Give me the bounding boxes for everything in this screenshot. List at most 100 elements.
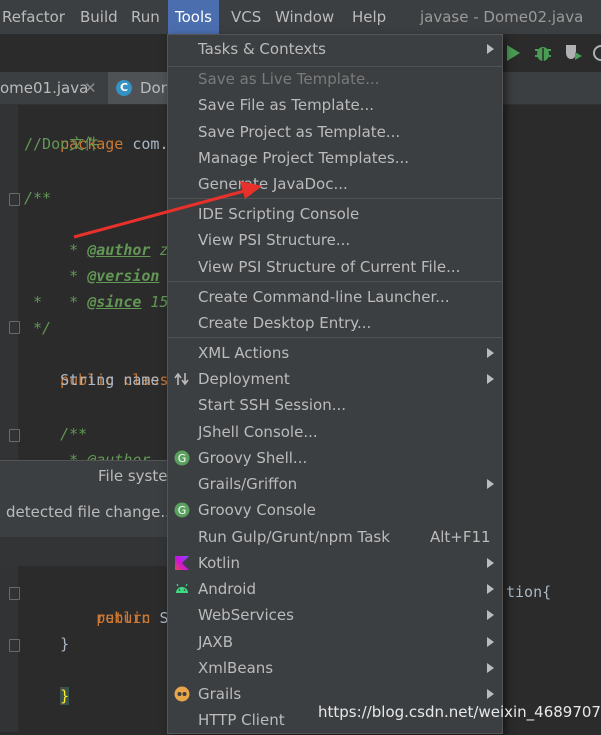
menu-item-tasks-contexts[interactable]: Tasks & Contexts xyxy=(168,36,502,62)
code-line: /** xyxy=(24,425,88,443)
menu-item-groovy-console[interactable]: G Groovy Console xyxy=(168,497,502,523)
groovy-icon: G xyxy=(174,450,190,466)
menu-item-label: Generate JavaDoc... xyxy=(198,175,348,193)
menu-item-label: Deployment xyxy=(198,370,290,388)
deployment-icon xyxy=(174,372,189,386)
debug-icon[interactable] xyxy=(532,42,554,64)
menu-item-deployment[interactable]: Deployment xyxy=(168,366,502,392)
code-line: return xyxy=(24,609,151,627)
fold-icon[interactable] xyxy=(9,429,20,442)
svg-text:G: G xyxy=(178,452,187,465)
coverage-icon[interactable] xyxy=(562,42,584,64)
menu-separator xyxy=(168,337,502,338)
menu-item-label: Start SSH Session... xyxy=(198,396,347,414)
menu-item-android[interactable]: Android xyxy=(168,576,502,602)
groovy-icon: G xyxy=(174,502,190,518)
menu-item-desktop-entry[interactable]: Create Desktop Entry... xyxy=(168,310,502,336)
code-line: String name xyxy=(24,371,160,389)
menu-window[interactable]: Window xyxy=(275,0,334,34)
submenu-arrow-icon xyxy=(487,558,494,568)
menu-tools[interactable]: Tools xyxy=(168,0,219,34)
menu-item-label: HTTP Client xyxy=(198,711,285,729)
submenu-arrow-icon xyxy=(487,663,494,673)
menu-item-save-project-template[interactable]: Save Project as Template... xyxy=(168,119,502,145)
file-system-notification[interactable]: File system detected file change... xyxy=(0,460,182,566)
submenu-arrow-icon xyxy=(487,584,494,594)
menu-item-grails-griffon[interactable]: Grails/Griffon xyxy=(168,471,502,497)
menu-item-jshell-console[interactable]: JShell Console... xyxy=(168,419,502,445)
kotlin-icon xyxy=(175,556,189,570)
menu-item-shortcut: Alt+F11 xyxy=(430,528,491,546)
menu-item-jaxb[interactable]: JAXB xyxy=(168,629,502,655)
menu-item-save-live-template[interactable]: Save as Live Template... xyxy=(168,66,502,92)
menu-item-label: Grails xyxy=(198,685,242,703)
menu-item-label: XML Actions xyxy=(198,344,290,362)
notification-footer xyxy=(0,537,170,566)
menu-item-webservices[interactable]: WebServices xyxy=(168,602,502,628)
submenu-arrow-icon xyxy=(487,374,494,384)
menu-vcs[interactable]: VCS xyxy=(231,0,261,34)
menu-item-command-line-launcher[interactable]: Create Command-line Launcher... xyxy=(168,284,502,310)
menu-refactor[interactable]: Refactor xyxy=(2,0,65,34)
menu-item-ide-scripting-console[interactable]: IDE Scripting Console xyxy=(168,201,502,227)
menu-item-label: Save Project as Template... xyxy=(198,123,401,141)
window-title: javase - Dome02.java xyxy=(420,8,584,26)
close-icon[interactable]: ✕ xyxy=(84,72,97,104)
menu-bar: Refactor Build Run Tools VCS Window Help… xyxy=(0,0,601,34)
menu-item-label: Kotlin xyxy=(198,554,240,572)
svg-text:G: G xyxy=(178,504,187,517)
fold-icon[interactable] xyxy=(9,193,20,206)
menu-help[interactable]: Help xyxy=(352,0,386,34)
menu-item-label: View PSI Structure of Current File... xyxy=(198,258,461,276)
menu-item-label: Run Gulp/Grunt/npm Task xyxy=(198,528,390,546)
code-line: */ xyxy=(24,319,52,337)
submenu-arrow-icon xyxy=(487,689,494,699)
code-line: } xyxy=(24,657,70,705)
menu-item-label: Groovy Shell... xyxy=(198,449,308,467)
code-line: //Doc文件 xyxy=(24,135,100,153)
code-token: 15 xyxy=(141,293,169,311)
fold-icon[interactable] xyxy=(9,587,20,600)
menu-build[interactable]: Build xyxy=(80,0,118,34)
code-line: * xyxy=(24,293,43,311)
menu-item-run-gulp-task[interactable]: Run Gulp/Grunt/npm Task Alt+F11 xyxy=(168,524,502,550)
submenu-arrow-icon xyxy=(487,610,494,620)
menu-item-label: WebServices xyxy=(198,606,294,624)
fold-icon[interactable] xyxy=(9,639,20,652)
profile-icon[interactable] xyxy=(590,42,601,64)
code-token: * xyxy=(60,293,88,311)
menu-item-generate-javadoc[interactable]: Generate JavaDoc... xyxy=(168,171,502,197)
menu-item-label: View PSI Structure... xyxy=(198,231,351,249)
menu-item-label: Manage Project Templates... xyxy=(198,149,410,167)
grails-icon xyxy=(174,686,190,702)
code-line: * @since 15 xyxy=(24,263,168,311)
menu-item-xmlbeans[interactable]: XmlBeans xyxy=(168,655,502,681)
menu-item-label: Create Desktop Entry... xyxy=(198,314,372,332)
menu-item-manage-project-templates[interactable]: Manage Project Templates... xyxy=(168,145,502,171)
menu-item-label: IDE Scripting Console xyxy=(198,205,360,223)
notification-body: detected file change... xyxy=(6,503,175,521)
submenu-arrow-icon xyxy=(487,44,494,54)
fold-icon[interactable] xyxy=(9,321,20,334)
tab-label: ome01.java xyxy=(0,79,89,97)
menu-separator xyxy=(168,281,502,282)
menu-run[interactable]: Run xyxy=(131,0,160,34)
menu-item-save-file-template[interactable]: Save File as Template... xyxy=(168,92,502,118)
menu-item-label: Tasks & Contexts xyxy=(198,40,326,58)
run-icon[interactable] xyxy=(502,42,524,64)
menu-separator xyxy=(168,198,502,199)
code-line: tion{ xyxy=(506,583,552,601)
menu-item-xml-actions[interactable]: XML Actions xyxy=(168,340,502,366)
menu-item-groovy-shell[interactable]: G Groovy Shell... xyxy=(168,445,502,471)
menu-item-label: Grails/Griffon xyxy=(198,475,298,493)
submenu-arrow-icon xyxy=(487,479,494,489)
menu-item-kotlin[interactable]: Kotlin xyxy=(168,550,502,576)
tab-dome01[interactable]: ome01.java ✕ xyxy=(0,72,106,104)
menu-item-view-psi-current-file[interactable]: View PSI Structure of Current File... xyxy=(168,254,502,280)
menu-item-start-ssh-session[interactable]: Start SSH Session... xyxy=(168,392,502,418)
menu-item-label: Create Command-line Launcher... xyxy=(198,288,450,306)
submenu-arrow-icon xyxy=(487,348,494,358)
menu-item-view-psi-structure[interactable]: View PSI Structure... xyxy=(168,227,502,253)
java-class-icon: C xyxy=(116,80,132,96)
matched-brace: } xyxy=(60,687,70,705)
